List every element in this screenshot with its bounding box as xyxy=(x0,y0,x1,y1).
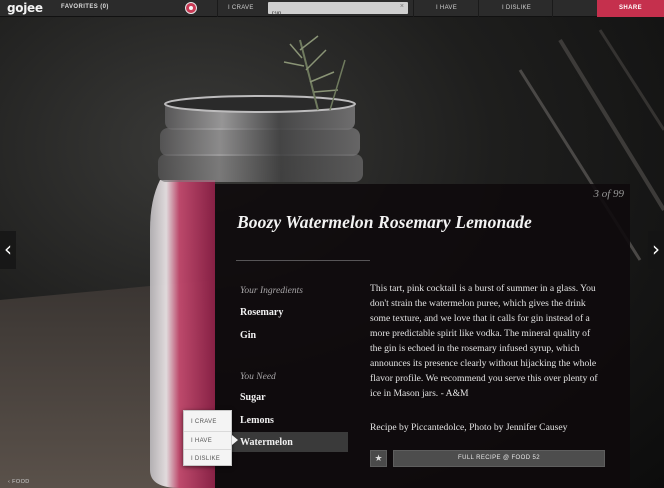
i-have-filter[interactable]: I HAVE xyxy=(436,5,457,11)
recipe-description: This tart, pink cocktail is a burst of s… xyxy=(370,283,598,399)
i-crave-filter[interactable]: I CRAVE xyxy=(228,5,254,11)
chevron-left-icon: ‹ xyxy=(4,237,12,261)
next-recipe-button[interactable]: › xyxy=(648,231,664,269)
recipe-counter: 3 of 99 xyxy=(593,188,624,200)
needed-item[interactable]: Lemons xyxy=(240,415,274,426)
favorite-button[interactable]: ★ xyxy=(370,450,387,467)
popover-i-crave[interactable]: I CRAVE xyxy=(184,413,231,431)
search-input[interactable] xyxy=(268,8,388,20)
recipe-credit: Recipe by Piccantedolce, Photo by Jennif… xyxy=(370,422,568,433)
full-recipe-button[interactable]: FULL RECIPE @ FOOD 52 xyxy=(393,450,605,467)
chevron-right-icon: › xyxy=(652,237,660,261)
back-to-food-link[interactable]: ‹ FOOD xyxy=(8,479,30,485)
popover-i-dislike[interactable]: I DISLIKE xyxy=(184,449,231,467)
title-divider xyxy=(236,260,370,261)
recipe-title: Boozy Watermelon Rosemary Lemonade xyxy=(237,212,532,232)
favorites-link[interactable]: FAVORITES (0) xyxy=(61,4,109,10)
clear-search-icon[interactable]: × xyxy=(400,3,404,10)
gojee-logo[interactable]: gojee xyxy=(7,1,43,15)
ingredient-item[interactable]: Gin xyxy=(240,330,256,341)
previous-recipe-button[interactable]: ‹ xyxy=(0,231,16,269)
recipe-card: 3 of 99 Boozy Watermelon Rosemary Lemona… xyxy=(215,184,630,488)
needed-item[interactable]: Sugar xyxy=(240,392,266,403)
ingredient-item[interactable]: Rosemary xyxy=(240,307,283,318)
nav-divider xyxy=(552,0,553,17)
popover-i-have[interactable]: I HAVE xyxy=(184,431,231,449)
i-dislike-filter[interactable]: I DISLIKE xyxy=(502,5,531,11)
star-icon: ★ xyxy=(374,453,383,463)
nav-divider xyxy=(478,0,479,17)
your-ingredients-label: Your Ingredients xyxy=(240,286,303,296)
you-need-label: You Need xyxy=(240,372,276,382)
search-field[interactable]: × xyxy=(268,2,408,20)
top-nav-bar: gojee FAVORITES (0) I CRAVE × I HAVE I D… xyxy=(0,0,664,20)
nav-divider xyxy=(217,0,218,17)
user-avatar-icon[interactable] xyxy=(185,2,197,14)
ingredient-preference-popover: I CRAVE I HAVE I DISLIKE xyxy=(183,410,238,467)
nav-divider xyxy=(413,0,414,17)
share-button[interactable]: SHARE xyxy=(597,0,664,17)
needed-item-selected[interactable]: Watermelon xyxy=(240,437,293,448)
